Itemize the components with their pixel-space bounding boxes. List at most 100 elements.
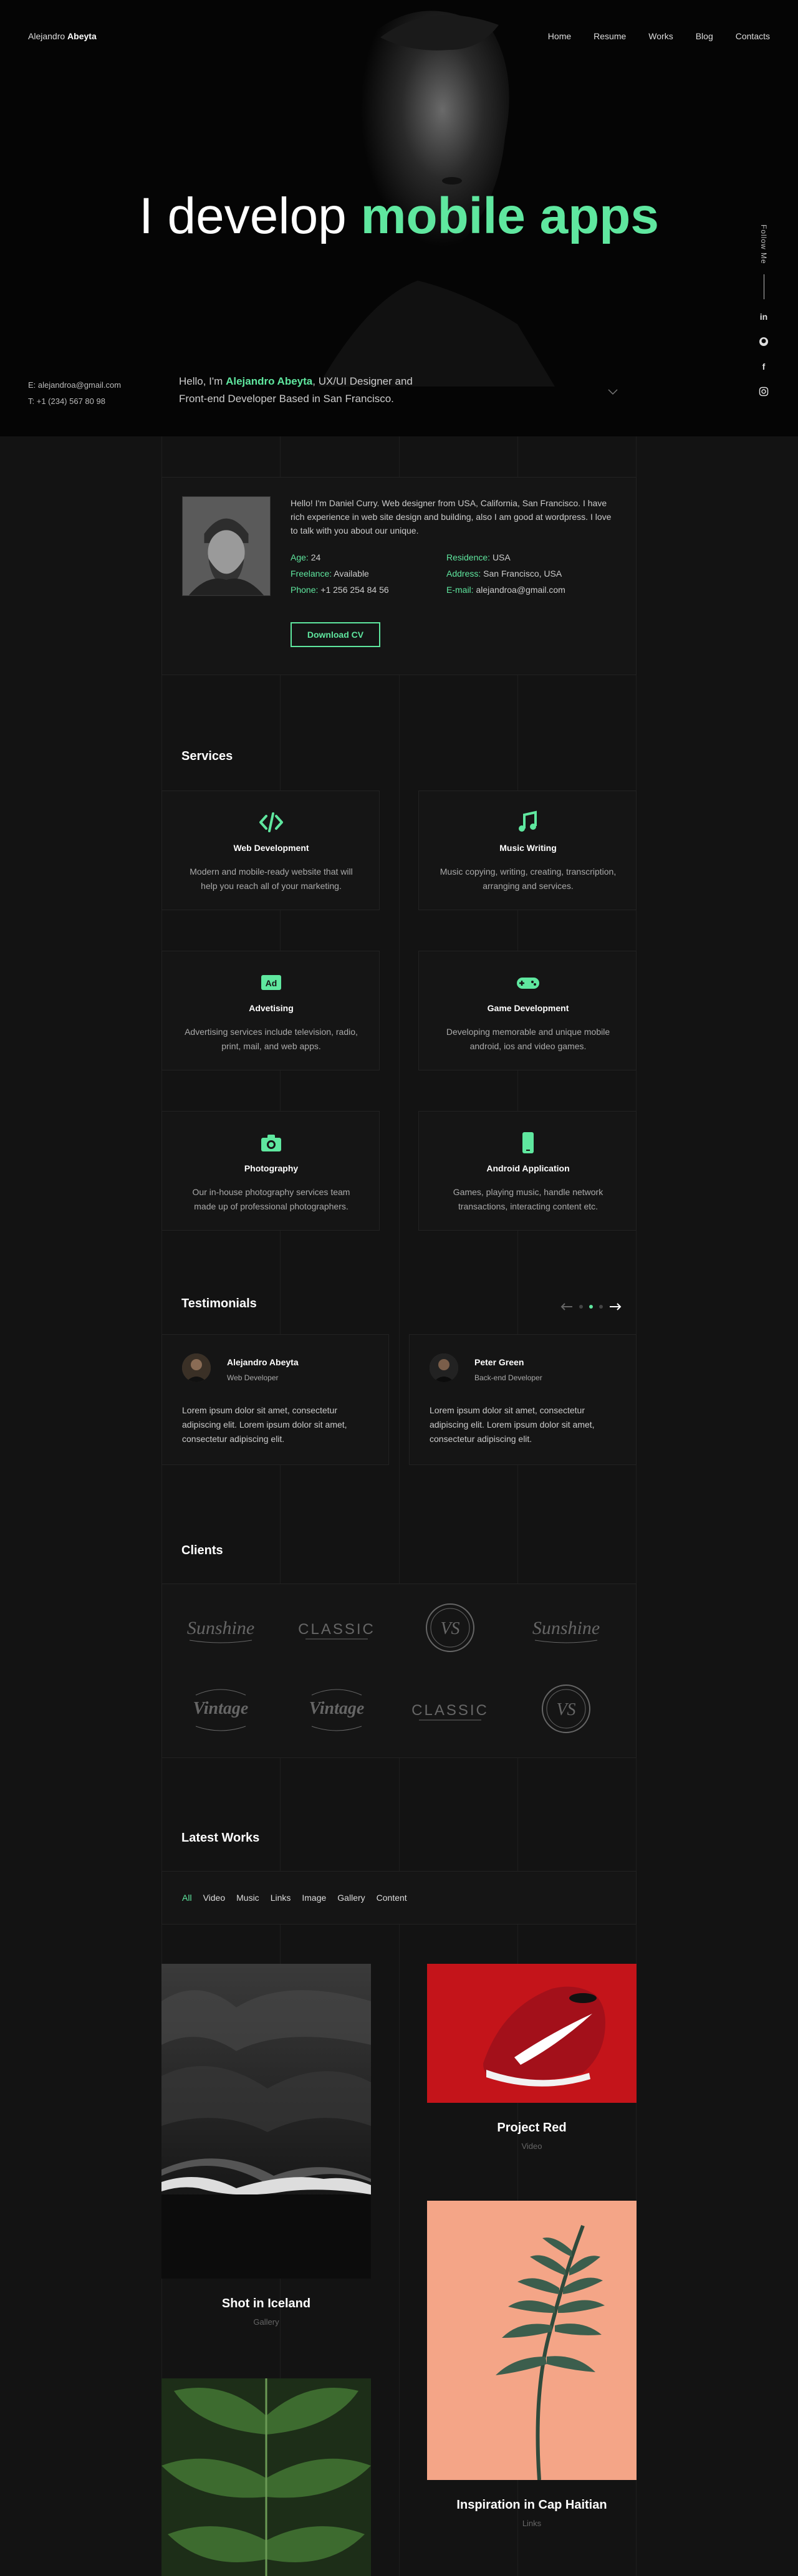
info-label: Age:	[291, 552, 309, 562]
pager-dot-active[interactable]	[589, 1305, 593, 1309]
work-item[interactable]: Shot in Iceland Gallery	[161, 1964, 371, 2327]
arrow-right-icon[interactable]	[609, 1303, 622, 1310]
work-item[interactable]: Project Red Video	[427, 1964, 637, 2151]
testimonial-name: Alejandro Abeyta	[227, 1357, 299, 1367]
filter-links[interactable]: Links	[271, 1893, 291, 1903]
filter-all[interactable]: All	[182, 1893, 192, 1903]
android-icon	[522, 1132, 534, 1153]
info-value: USA	[492, 552, 511, 562]
service-title: Photography	[244, 1163, 299, 1173]
filter-image[interactable]: Image	[302, 1893, 326, 1903]
testimonial-text: Lorem ipsum dolor sit amet, consectetur …	[430, 1405, 595, 1444]
github-icon[interactable]	[759, 337, 769, 347]
hero-intro: Hello, I'm Alejandro Abeyta, UX/UI Desig…	[179, 373, 428, 408]
instagram-icon[interactable]	[759, 387, 769, 396]
chevron-down-icon[interactable]	[607, 387, 618, 398]
avatar	[430, 1353, 458, 1382]
work-title[interactable]: Project Red	[427, 2121, 637, 2135]
hero-title: I develop mobile apps	[0, 187, 798, 246]
nav-resume[interactable]: Resume	[594, 31, 626, 41]
service-card-web-development: Web Development Modern and mobile-ready …	[161, 791, 380, 910]
work-title[interactable]: Shot in Iceland	[161, 2297, 371, 2311]
filter-music[interactable]: Music	[236, 1893, 259, 1903]
testimonial-role: Web Developer	[227, 1373, 279, 1382]
vs-logo[interactable]: VS	[400, 1597, 500, 1659]
nav-home[interactable]: Home	[548, 31, 571, 41]
info-label: Phone:	[291, 585, 319, 595]
site-logo[interactable]: Alejandro Abeyta	[28, 31, 97, 41]
hero-phone[interactable]: T: +1 (234) 567 80 98	[28, 393, 121, 410]
pager-dot[interactable]	[579, 1305, 583, 1309]
classic-logo[interactable]: CLASSIC	[287, 1597, 387, 1659]
nav-contacts[interactable]: Contacts	[736, 31, 770, 41]
intro-prefix: Hello, I'm	[179, 375, 223, 387]
clients-title: Clients	[181, 1544, 223, 1557]
filter-video[interactable]: Video	[203, 1893, 226, 1903]
service-desc: Advertising services include television,…	[185, 1027, 358, 1051]
info-value: +1 256 254 84 56	[320, 585, 389, 595]
main-nav: Home Resume Works Blog Contacts	[548, 31, 770, 41]
info-label: Address:	[446, 569, 481, 579]
info-phone: Phone: +1 256 254 84 56	[291, 585, 389, 595]
info-label: E-mail:	[446, 585, 474, 595]
hero-contact: E: alejandroa@gmail.com T: +1 (234) 567 …	[28, 377, 121, 410]
nav-works[interactable]: Works	[648, 31, 673, 41]
logo-text: Vintage	[309, 1699, 365, 1718]
filter-content[interactable]: Content	[377, 1893, 407, 1903]
classic-logo[interactable]: CLASSIC	[400, 1678, 500, 1740]
info-age: Age: 24	[291, 552, 320, 562]
logo-text: VS	[556, 1700, 575, 1719]
service-card-android-application: Android Application Games, playing music…	[418, 1111, 637, 1231]
info-residence: Residence: USA	[446, 552, 511, 562]
nav-blog[interactable]: Blog	[696, 31, 713, 41]
work-category: Links	[522, 2519, 542, 2528]
works-filter-bar: All Video Music Links Image Gallery Cont…	[161, 1871, 637, 1925]
service-card-photography: Photography Our in-house photography ser…	[161, 1111, 380, 1231]
follow-label: Follow Me	[759, 224, 768, 264]
about-card: Hello! I'm Daniel Curry. Web designer fr…	[161, 477, 637, 675]
logo-text: Sunshine	[532, 1618, 600, 1638]
work-image-leaves	[161, 2378, 371, 2576]
logo-text: CLASSIC	[411, 1702, 489, 1719]
info-email: E-mail: alejandroa@gmail.com	[446, 585, 565, 595]
latest-works-title: Latest Works	[181, 1831, 260, 1845]
facebook-icon[interactable]: f	[759, 362, 769, 372]
hero-title-accent: mobile apps	[360, 188, 660, 244]
music-icon	[519, 810, 537, 832]
vintage-logo[interactable]: Vintage	[287, 1678, 387, 1740]
sunshine-logo[interactable]: Sunshine	[171, 1597, 271, 1659]
code-icon	[259, 812, 283, 832]
info-value: 24	[310, 552, 321, 562]
camera-icon	[261, 1135, 281, 1151]
logo-text: VS	[440, 1619, 459, 1638]
pager-dot[interactable]	[599, 1305, 603, 1309]
about-text: Hello! I'm Daniel Curry. Web designer fr…	[291, 498, 612, 536]
hero-title-plain: I develop	[138, 188, 347, 244]
services-title: Services	[181, 749, 233, 763]
avatar	[182, 1353, 211, 1382]
work-item[interactable]: Inspiration in Cap Haitian Links	[427, 2201, 637, 2528]
hero-section: Alejandro Abeyta Home Resume Works Blog …	[0, 0, 798, 436]
vs-logo[interactable]: VS	[516, 1678, 616, 1740]
info-value: alejandroa@gmail.com	[476, 585, 565, 595]
work-title[interactable]: Inspiration in Cap Haitian	[427, 2498, 637, 2512]
service-card-music-writing: Music Writing Music copying, writing, cr…	[418, 791, 637, 910]
linkedin-icon[interactable]: in	[759, 312, 769, 322]
ad-icon: Ad	[261, 975, 281, 990]
service-card-game-development: Game Development Developing memorable an…	[418, 951, 637, 1070]
work-image-cap-haitian	[427, 2201, 637, 2481]
vintage-logo[interactable]: Vintage	[171, 1678, 271, 1740]
service-title: Game Development	[487, 1003, 569, 1013]
filter-gallery[interactable]: Gallery	[337, 1893, 365, 1903]
testimonial-role: Back-end Developer	[474, 1373, 542, 1382]
intro-name: Alejandro Abeyta	[226, 375, 313, 387]
testimonial-text: Lorem ipsum dolor sit amet, consectetur …	[182, 1405, 347, 1444]
follow-sidebar: Follow Me in f	[757, 224, 770, 411]
download-cv-button[interactable]: Download CV	[291, 622, 380, 647]
sunshine-logo[interactable]: Sunshine	[516, 1597, 616, 1659]
hero-email[interactable]: E: alejandroa@gmail.com	[28, 377, 121, 393]
work-image-red-shoe	[427, 1964, 637, 2103]
service-desc: Our in-house photography services team m…	[192, 1187, 350, 1211]
work-item[interactable]	[161, 2378, 371, 2576]
arrow-left-icon[interactable]	[560, 1303, 573, 1310]
